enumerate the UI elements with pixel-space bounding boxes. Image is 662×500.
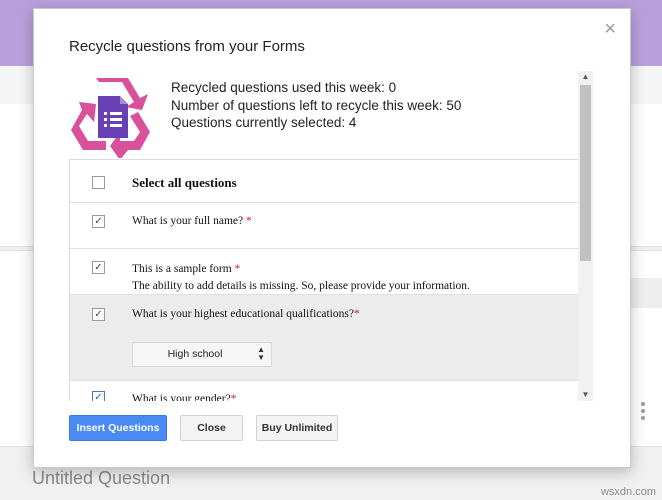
required-star: *	[230, 393, 237, 401]
question-card-shade	[628, 278, 662, 308]
question-description: The ability to add details is missing. S…	[132, 280, 470, 292]
question-checkbox[interactable]: ✓	[92, 308, 105, 321]
select-all-checkbox[interactable]	[92, 176, 105, 189]
question-list: Select all questions ✓ What is your full…	[69, 159, 579, 401]
dialog-scrollbar[interactable]: ▲ ▼	[578, 71, 593, 401]
question-label: This is a sample form * The ability to a…	[132, 261, 470, 295]
question-checkbox[interactable]: ✓	[92, 391, 105, 401]
question-checkbox[interactable]: ✓	[92, 261, 105, 274]
dialog-title: Recycle questions from your Forms	[69, 38, 305, 55]
stat-selected: Questions currently selected: 4	[171, 115, 357, 130]
watermark: wsxdn.com	[600, 486, 656, 498]
select-all-row[interactable]: Select all questions	[70, 160, 578, 203]
recycle-stats: Recycled questions used this week: 0 Num…	[171, 79, 461, 132]
recycle-forms-logo-icon	[71, 78, 150, 158]
scroll-up-icon[interactable]: ▲	[578, 71, 593, 83]
select-all-label: Select all questions	[132, 175, 237, 190]
more-vert-icon[interactable]	[640, 402, 646, 424]
question-checkbox[interactable]: ✓	[92, 215, 105, 228]
required-star: *	[234, 263, 241, 275]
question-row[interactable]: ✓ What is your highest educational quali…	[70, 295, 578, 381]
scroll-down-icon[interactable]: ▼	[578, 389, 593, 401]
scrollbar-thumb[interactable]	[580, 85, 591, 261]
dialog-scroll-area[interactable]: Recycled questions used this week: 0 Num…	[34, 71, 594, 401]
question-row[interactable]: ✓ This is a sample form * The ability to…	[70, 249, 578, 295]
close-button[interactable]: Close	[180, 415, 243, 441]
required-star: *	[353, 308, 360, 320]
recycle-questions-dialog: × Recycle questions from your Forms Recy…	[33, 8, 631, 468]
insert-questions-button[interactable]: Insert Questions	[69, 415, 167, 441]
question-label: What is your gender?*	[132, 393, 236, 401]
untitled-question-title[interactable]: Untitled Question	[32, 468, 170, 489]
stat-left: Number of questions left to recycle this…	[171, 97, 462, 113]
question-label: What is your full name? *	[132, 215, 252, 227]
required-star: *	[246, 215, 252, 227]
updown-arrows-icon: ▲ ▼	[257, 345, 265, 362]
qualification-select[interactable]: High school ▲ ▼	[132, 342, 272, 367]
question-row[interactable]: ✓ What is your gender?*	[70, 381, 578, 401]
question-label: What is your highest educational qualifi…	[132, 308, 360, 320]
question-row[interactable]: ✓ What is your full name? *	[70, 203, 578, 249]
select-value: High school	[167, 348, 223, 360]
close-icon[interactable]: ×	[604, 19, 616, 39]
buy-unlimited-button[interactable]: Buy Unlimited	[256, 415, 338, 441]
stat-used: Recycled questions used this week: 0	[171, 80, 397, 95]
